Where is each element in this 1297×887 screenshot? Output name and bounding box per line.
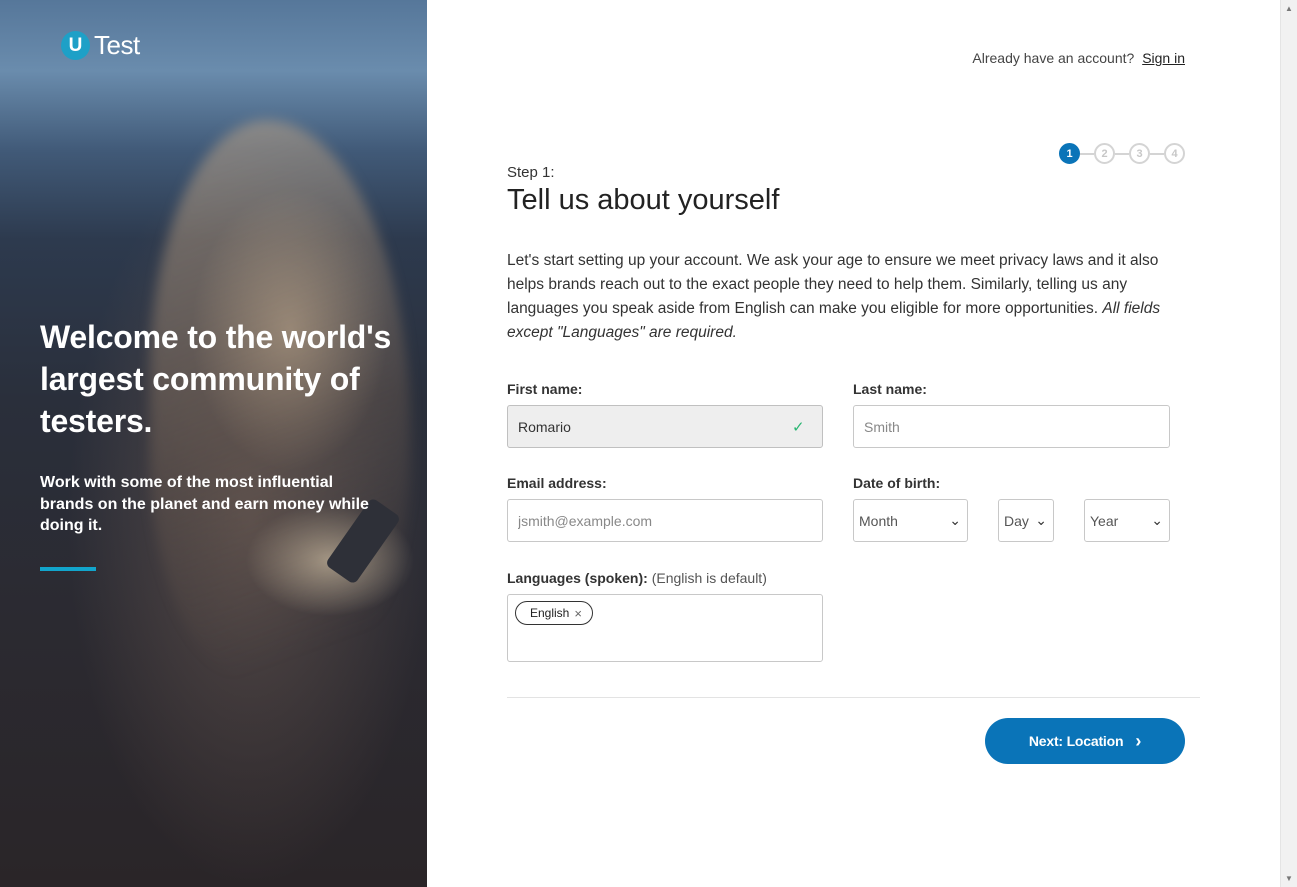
hero-accent-bar <box>40 567 96 571</box>
first-name-input[interactable] <box>507 405 823 448</box>
chevron-right-icon: › <box>1135 730 1142 751</box>
dob-day-select[interactable]: Day ⌄ <box>998 499 1054 542</box>
step-connector <box>1080 152 1094 155</box>
step-3-indicator: 3 <box>1129 143 1150 164</box>
page-scrollbar[interactable]: ▲ ▼ <box>1280 0 1297 887</box>
intro-body: Let's start setting up your account. We … <box>507 252 1159 317</box>
dob-day-value: Day <box>1004 512 1029 529</box>
languages-label: Languages (spoken): (English is default) <box>507 570 767 586</box>
email-input[interactable] <box>507 499 823 542</box>
chevron-down-icon: ⌄ <box>1151 512 1163 528</box>
chevron-down-icon: ⌄ <box>949 512 961 528</box>
valid-check-icon: ✓ <box>792 419 805 436</box>
step-connector <box>1115 152 1129 155</box>
step-1-indicator: 1 <box>1059 143 1080 164</box>
form-divider <box>507 697 1200 698</box>
signin-prompt: Already have an account? Sign in <box>972 50 1185 66</box>
email-label: Email address: <box>507 475 607 491</box>
next-button-label: Next: Location <box>1028 733 1124 749</box>
step-connector <box>1150 152 1164 155</box>
first-name-label: First name: <box>507 381 583 397</box>
scroll-up-icon[interactable]: ▲ <box>1285 4 1293 13</box>
remove-tag-icon[interactable]: × <box>574 606 582 621</box>
scroll-down-icon[interactable]: ▼ <box>1285 874 1293 883</box>
next-location-button[interactable]: Next: Location › <box>985 718 1185 764</box>
dob-month-select[interactable]: Month ⌄ <box>853 499 968 542</box>
hero-title: Welcome to the world's largest community… <box>40 319 392 439</box>
language-tag: English × <box>515 601 593 625</box>
dob-year-value: Year <box>1090 512 1119 529</box>
sign-in-link[interactable]: Sign in <box>1142 50 1185 66</box>
page-title: Tell us about yourself <box>507 184 780 216</box>
languages-label-text: Languages (spoken): <box>507 570 648 586</box>
intro-text: Let's start setting up your account. We … <box>507 249 1197 345</box>
hero-panel: U Test Welcome to the world's largest co… <box>0 0 427 887</box>
dob-label: Date of birth: <box>853 475 941 491</box>
logo-wordmark: Test <box>94 30 140 60</box>
last-name-input[interactable] <box>853 405 1170 448</box>
dob-year-select[interactable]: Year ⌄ <box>1084 499 1170 542</box>
step-2-indicator: 2 <box>1094 143 1115 164</box>
logo-mark: U <box>61 31 90 60</box>
account-prompt-text: Already have an account? <box>972 50 1135 66</box>
last-name-label: Last name: <box>853 381 927 397</box>
hero-subtitle: Work with some of the most influential b… <box>40 474 369 534</box>
step-indicator: 1 2 3 4 <box>1059 143 1185 164</box>
step-4-indicator: 4 <box>1164 143 1185 164</box>
languages-note: (English is default) <box>651 570 767 586</box>
chevron-down-icon: ⌄ <box>1035 512 1047 528</box>
dob-month-value: Month <box>859 512 898 529</box>
languages-input[interactable]: English × <box>507 594 823 662</box>
step-label: Step 1: <box>507 164 555 181</box>
language-tag-label: English <box>530 606 570 620</box>
utest-logo[interactable]: U Test <box>61 30 140 61</box>
